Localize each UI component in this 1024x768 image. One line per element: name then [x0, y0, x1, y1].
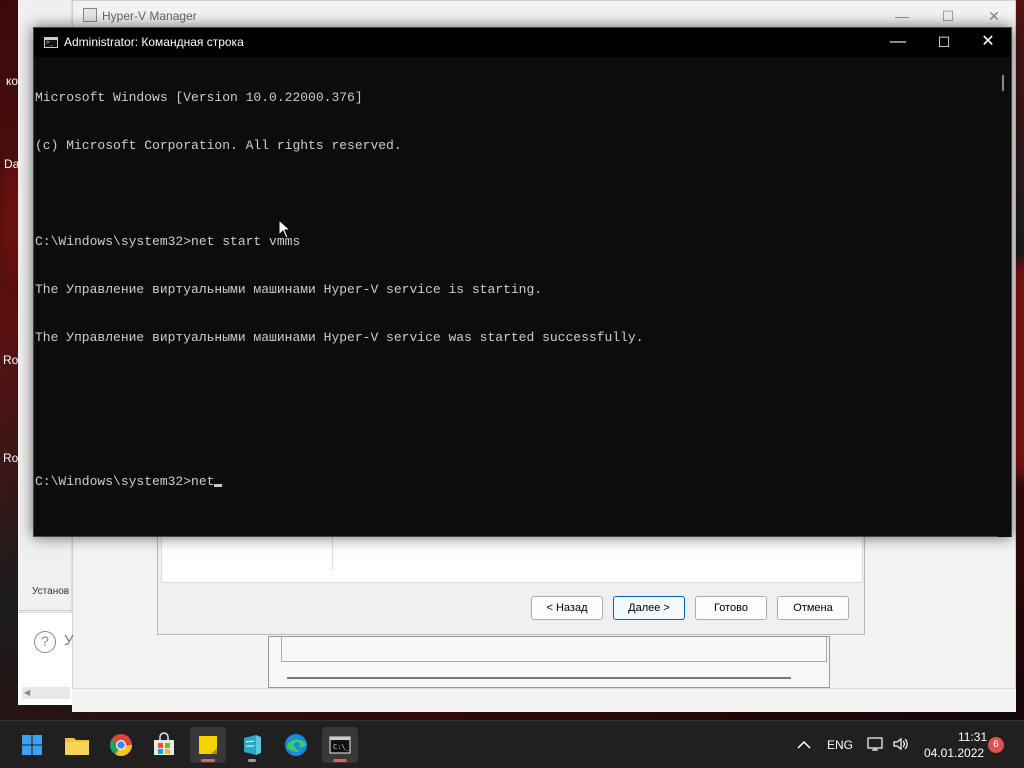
show-hidden-icons-chevron-icon[interactable]: [797, 737, 811, 753]
network-icon[interactable]: [867, 736, 885, 755]
wizard-content-area: [161, 535, 863, 583]
taskbar-microsoft-store[interactable]: [146, 727, 182, 763]
taskbar-microsoft-edge[interactable]: [278, 727, 314, 763]
taskbar-chrome[interactable]: [103, 727, 139, 763]
desktop-icon-label[interactable]: ко: [6, 74, 18, 88]
maximize-button[interactable]: ☐: [925, 5, 971, 27]
console-output[interactable]: Microsoft Windows [Version 10.0.22000.37…: [34, 57, 1000, 537]
svg-text:C:\_: C:\_: [333, 743, 351, 751]
console-line: Microsoft Windows [Version 10.0.22000.37…: [35, 90, 363, 105]
details-frame: [281, 637, 827, 662]
console-line: (c) Microsoft Corporation. All rights re…: [35, 138, 402, 153]
horizontal-scrollbar[interactable]: ◀: [22, 687, 70, 699]
taskbar-azure-data-studio[interactable]: [234, 727, 270, 763]
finish-button[interactable]: Готово: [695, 596, 767, 620]
console-line: The Управление виртуальными машинами Hyp…: [35, 282, 543, 297]
windows-logo-icon: [22, 735, 42, 755]
divider: [332, 536, 333, 570]
divider: [18, 610, 72, 611]
running-indicator: [248, 759, 256, 762]
cancel-button[interactable]: Отмена: [777, 596, 849, 620]
console-input[interactable]: net: [191, 474, 214, 489]
console-prompt: C:\Windows\system32>: [35, 474, 192, 489]
desktop-icon-label[interactable]: Ro: [3, 353, 18, 367]
wizard-dialog[interactable]: < Назад Далее > Готово Отмена: [157, 532, 865, 635]
scroll-left-icon[interactable]: ◀: [24, 689, 30, 697]
cmd-title-bar[interactable]: Administrator: Командная строка — ☐ ✕: [34, 28, 1011, 57]
desktop-icon-label[interactable]: Ro: [3, 451, 18, 465]
hyperv-app-icon: [83, 8, 97, 22]
running-indicator: [201, 759, 215, 762]
chrome-icon: [110, 734, 132, 756]
next-button[interactable]: Далее >: [613, 596, 685, 620]
taskbar-file-explorer[interactable]: [59, 727, 95, 763]
taskbar-sticky-notes[interactable]: [190, 727, 226, 763]
notification-badge[interactable]: 6: [988, 737, 1004, 753]
edge-icon: [285, 734, 307, 756]
sticky-notes-icon: [199, 736, 217, 754]
close-button[interactable]: ✕: [971, 5, 1017, 27]
hyperv-details-panel: [268, 636, 830, 688]
language-indicator[interactable]: ENG: [827, 738, 853, 752]
help-icon[interactable]: ?: [34, 631, 56, 653]
minimize-button[interactable]: —: [879, 5, 925, 27]
close-button[interactable]: ✕: [965, 28, 1011, 57]
volume-icon[interactable]: [892, 736, 910, 755]
maximize-button[interactable]: ☐: [921, 28, 967, 57]
cmd-icon: C:\_: [329, 736, 351, 754]
minimize-button[interactable]: —: [875, 28, 921, 57]
cmd-app-icon: [44, 37, 58, 48]
hyperv-status-bar: [72, 688, 1016, 712]
taskbar: C:\_ ENG 11:31 04.01.2022 6: [0, 720, 1024, 768]
cmd-window-title: Administrator: Командная строка: [64, 35, 244, 49]
back-button[interactable]: < Назад: [531, 596, 603, 620]
horizontal-scrollbar[interactable]: [287, 677, 791, 679]
console-input-line[interactable]: C:\Windows\system32>net: [35, 474, 1000, 490]
start-button[interactable]: [14, 727, 50, 763]
vertical-scrollbar[interactable]: [998, 57, 1011, 537]
taskbar-command-prompt[interactable]: C:\_: [322, 727, 358, 763]
hyperv-window-title: Hyper-V Manager: [102, 9, 197, 23]
help-text: У: [64, 632, 74, 649]
left-pane-status: Установ: [32, 586, 70, 597]
folder-icon: [65, 738, 89, 755]
clock-time[interactable]: 11:31: [958, 730, 987, 744]
console-line: The Управление виртуальными машинами Hyp…: [35, 330, 644, 345]
clock-date[interactable]: 04.01.2022: [924, 746, 984, 760]
scrollbar-thumb[interactable]: [1002, 75, 1004, 91]
hyperv-help-panel: ? У ◀: [18, 612, 74, 705]
store-icon: [154, 732, 174, 755]
database-icon: [244, 735, 261, 755]
running-indicator: [333, 759, 347, 762]
command-prompt-window[interactable]: Administrator: Командная строка — ☐ ✕ Mi…: [33, 27, 1012, 537]
text-cursor: [214, 484, 223, 487]
console-line: C:\Windows\system32>net start vmms: [35, 234, 301, 249]
